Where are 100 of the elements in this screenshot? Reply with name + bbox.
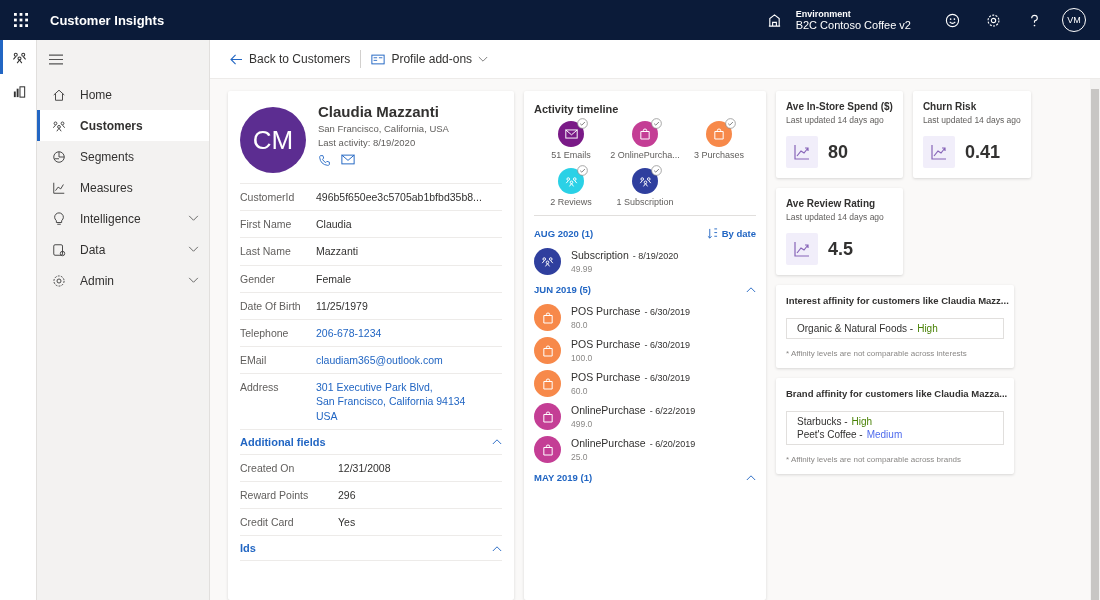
measure-title: Ave Review Rating xyxy=(786,198,877,209)
field-value: Female xyxy=(316,271,351,286)
last-updated: Last updated 14 days ago xyxy=(786,212,885,222)
activity-title[interactable]: OnlinePurchase xyxy=(571,404,646,416)
activity-date: - 6/30/2019 xyxy=(644,340,690,350)
field-value: Mazzanti xyxy=(316,244,358,259)
bulb-icon xyxy=(52,211,66,226)
measure-value: 0.41 xyxy=(964,141,1000,163)
building-icon xyxy=(766,12,782,28)
field-label: First Name xyxy=(240,217,293,232)
card-title: Activity timeline xyxy=(534,103,620,115)
activity-filter[interactable]: 2 Reviews xyxy=(534,168,608,207)
people-icon xyxy=(52,118,66,133)
smiley-icon[interactable] xyxy=(945,12,960,28)
chevron-down-icon xyxy=(188,277,199,284)
field-label: Last Name xyxy=(240,244,292,259)
activity-title[interactable]: Subscription xyxy=(571,249,629,261)
shopping-bag-icon xyxy=(534,337,561,364)
nav-item[interactable]: Admin xyxy=(37,265,209,296)
customer-name: Claudia Mazzanti xyxy=(318,103,440,120)
sort-button[interactable]: By date xyxy=(706,228,756,239)
activity-amount: 25.0 xyxy=(571,452,589,462)
customer-location: San Francisco, California, USA xyxy=(318,123,449,134)
activity-filter[interactable]: 51 Emails xyxy=(534,121,608,160)
email-icon[interactable] xyxy=(341,154,355,165)
nav-item[interactable]: Intelligence xyxy=(37,203,209,234)
back-arrow-icon xyxy=(230,53,243,65)
shopping-bag-icon xyxy=(534,370,561,397)
activity-amount: 60.0 xyxy=(571,386,589,396)
last-activity: Last activity: 8/19/2020 xyxy=(318,137,417,148)
menu-icon[interactable] xyxy=(49,54,63,65)
affinity-level: Medium xyxy=(866,429,903,440)
chevron-icon[interactable] xyxy=(746,286,756,293)
month-header[interactable]: AUG 2020 (1) xyxy=(534,228,594,239)
affinity-title: Brand affinity for customers like Claudia Mazza... xyxy=(786,388,1008,399)
activity-filter[interactable]: 2 OnlinePurcha... xyxy=(608,121,682,160)
settings-icon[interactable] xyxy=(986,12,1001,28)
activity-amount: 80.0 xyxy=(571,320,589,330)
field-label: CustomerId xyxy=(240,190,296,205)
chevron-icon[interactable] xyxy=(746,474,756,481)
affinity-title: Interest affinity for customers like Claudia Mazz... xyxy=(786,295,1009,306)
environment-name[interactable]: B2C Contoso Coffee v2 xyxy=(795,18,911,32)
activity-title[interactable]: OnlinePurchase xyxy=(571,437,646,449)
measure-title: Ave In-Store Spend ($) xyxy=(786,101,893,112)
nav-item[interactable]: Measures xyxy=(37,172,209,203)
shopping-bag-icon xyxy=(640,128,650,140)
shopping-bag-icon xyxy=(714,128,724,140)
section-header[interactable]: Additional fields xyxy=(240,429,502,455)
activity-title[interactable]: POS Purchase xyxy=(571,305,641,317)
activity-date: - 6/22/2019 xyxy=(649,406,696,416)
month-header[interactable]: JUN 2019 (5) xyxy=(534,284,592,295)
activity-title[interactable]: POS Purchase xyxy=(571,371,641,383)
nav-item[interactable]: Customers xyxy=(37,110,209,141)
app-launcher-icon[interactable] xyxy=(14,13,28,27)
affinity-name: Peet's Coffee - xyxy=(797,429,863,440)
measure-title: Churn Risk xyxy=(922,101,978,112)
people-icon xyxy=(638,174,652,188)
card-icon xyxy=(371,53,386,65)
activity-date: - 6/20/2019 xyxy=(649,439,696,449)
shopping-bag-icon xyxy=(534,403,561,430)
profile-addons-button[interactable]: Profile add-ons xyxy=(367,48,493,70)
environment-label: Environment xyxy=(795,8,852,19)
trend-icon xyxy=(786,136,818,168)
affinity-level: High xyxy=(917,323,938,334)
nav-item[interactable]: Segments xyxy=(37,141,209,172)
measure-value: 4.5 xyxy=(828,238,854,260)
phone-icon[interactable] xyxy=(318,154,331,167)
activity-filter[interactable]: 3 Purchases xyxy=(682,121,756,160)
measures-icon xyxy=(52,180,66,195)
affinity-note: * Affinity levels are not comparable across brands xyxy=(786,455,963,464)
chevron-down-icon xyxy=(478,55,489,63)
field-label: Date Of Birth xyxy=(240,298,302,313)
field-link[interactable]: 206-678-1234 xyxy=(316,325,382,341)
field-link[interactable]: 301 Executive Park Blvd, San Francisco, California 94134 USA xyxy=(316,380,466,423)
field-label: EMail xyxy=(240,353,268,368)
chevron-down-icon xyxy=(188,215,199,222)
affinity-note: * Affinity levels are not comparable across interests xyxy=(786,349,968,358)
scrollbar[interactable] xyxy=(1090,79,1100,600)
activity-date: - 6/30/2019 xyxy=(644,373,690,383)
month-header[interactable]: MAY 2019 (1) xyxy=(534,472,593,483)
activity-filter[interactable]: 1 Subscription xyxy=(608,168,682,207)
section-header[interactable]: Ids xyxy=(240,536,502,562)
affinity-level: High xyxy=(851,416,873,427)
field-value: 296 xyxy=(338,487,356,503)
chevron-icon xyxy=(492,438,502,446)
segments-icon xyxy=(52,149,66,164)
field-value: 11/25/1979 xyxy=(316,298,368,313)
nav-item[interactable]: Home xyxy=(37,79,209,110)
affinity-name: Starbucks - xyxy=(797,416,848,427)
report-icon xyxy=(12,83,27,99)
activity-amount: 100.0 xyxy=(571,353,594,363)
back-button[interactable]: Back to Customers xyxy=(226,48,355,70)
field-link[interactable]: claudiam365@outlook.com xyxy=(316,353,443,368)
chevron-icon xyxy=(492,544,502,552)
nav-item[interactable]: Data xyxy=(37,234,209,265)
activity-title[interactable]: POS Purchase xyxy=(571,338,641,350)
field-label: Reward Points xyxy=(240,487,310,503)
envelope-icon xyxy=(564,129,578,139)
field-label: Gender xyxy=(240,271,277,286)
people-icon xyxy=(564,174,578,188)
